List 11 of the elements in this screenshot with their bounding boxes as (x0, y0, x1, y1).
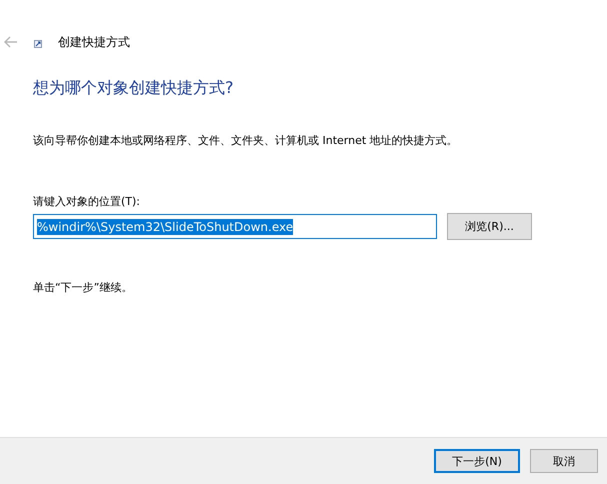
page-heading: 想为哪个对象创建快捷方式? (33, 78, 234, 99)
cancel-button[interactable]: 取消 (530, 449, 598, 473)
hint-text: 单击“下一步”继续。 (33, 280, 134, 295)
description-text: 该向导帮你创建本地或网络程序、文件、文件夹、计算机或 Internet 地址的快捷方式。 (33, 133, 459, 148)
shortcut-icon (34, 40, 42, 48)
back-arrow-icon[interactable] (4, 36, 18, 48)
window-title: 创建快捷方式 (58, 34, 130, 50)
next-button[interactable]: 下一步(N) (434, 449, 520, 473)
location-label: 请键入对象的位置(T): (33, 194, 142, 209)
browse-button[interactable]: 浏览(R)... (447, 213, 532, 240)
location-field[interactable]: %windir%\System32\SlideToShutDown.exe (33, 214, 437, 239)
